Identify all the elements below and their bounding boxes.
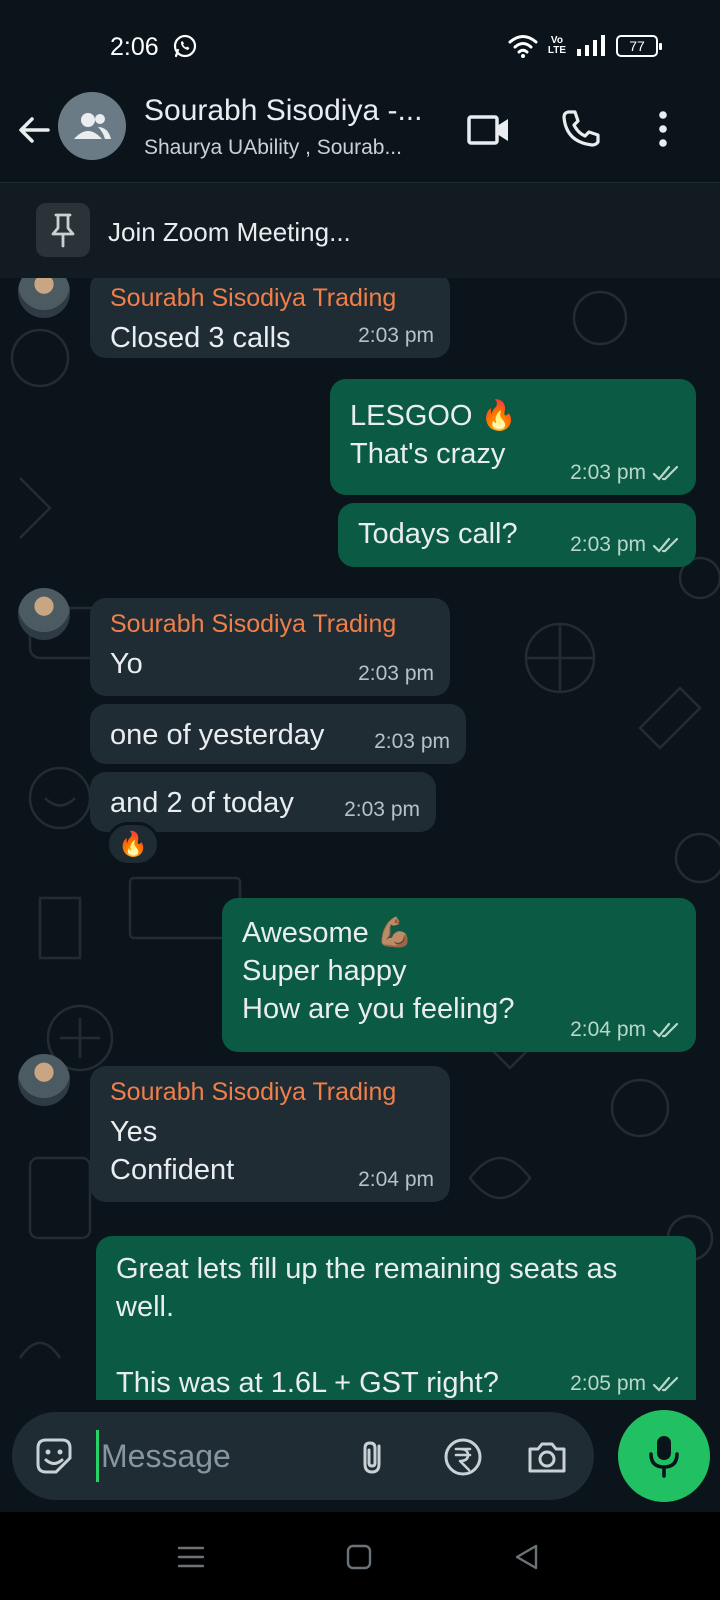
group-avatar[interactable] xyxy=(58,92,126,160)
sender-name[interactable]: Sourabh Sisodiya Trading xyxy=(110,1078,430,1107)
recents-menu-icon[interactable] xyxy=(176,1542,206,1572)
read-receipt-icon xyxy=(652,465,679,481)
battery-indicator: 77 xyxy=(616,35,662,57)
back-triangle-icon[interactable] xyxy=(512,1542,542,1572)
status-indicators: Vo LTE 77 xyxy=(508,34,662,58)
chat-messages-area[interactable]: Sourabh Sisodiya Trading Closed 3 calls … xyxy=(0,278,720,1400)
message-input[interactable] xyxy=(96,1430,346,1482)
message-text: Awesome 💪🏽 Super happy How are you feeli… xyxy=(242,917,515,1025)
incoming-message[interactable]: one of yesterday 2:03 pm xyxy=(90,704,466,764)
home-icon[interactable] xyxy=(344,1542,374,1572)
payment-rupee-icon[interactable] xyxy=(442,1436,484,1478)
chat-header: Sourabh Sisodiya -... Shaurya UAbility ,… xyxy=(0,92,720,182)
volte-indicator: Vo LTE xyxy=(548,36,566,56)
attach-icon[interactable] xyxy=(352,1436,394,1478)
message-time: 2:03 pm xyxy=(344,798,420,821)
message-time: 2:03 pm xyxy=(358,662,434,685)
pinned-message-text: Join Zoom Meeting... xyxy=(108,217,351,247)
message-time: 2:04 pm xyxy=(358,1168,434,1191)
sticker-emoji-icon[interactable] xyxy=(32,1434,76,1478)
pinned-message-bar[interactable]: Join Zoom Meeting... xyxy=(0,182,720,278)
wifi-icon xyxy=(508,35,538,58)
message-meta: 2:03 pm xyxy=(570,461,680,485)
read-receipt-icon xyxy=(652,1376,679,1392)
whatsapp-icon xyxy=(173,34,197,58)
voice-message-button[interactable] xyxy=(618,1410,710,1502)
message-reaction[interactable]: 🔥 xyxy=(106,822,160,866)
message-composer xyxy=(0,1400,720,1512)
sender-avatar[interactable] xyxy=(18,588,70,640)
incoming-message[interactable]: Sourabh Sisodiya Trading Yes Confident 2… xyxy=(90,1066,450,1202)
sender-name[interactable]: Sourabh Sisodiya Trading xyxy=(110,284,430,313)
group-icon xyxy=(74,113,111,139)
chat-title[interactable]: Sourabh Sisodiya -... xyxy=(144,94,422,128)
message-time: 2:04 pm xyxy=(570,1018,646,1041)
video-call-icon[interactable] xyxy=(466,106,512,152)
read-receipt-icon xyxy=(652,537,679,553)
message-time: 2:03 pm xyxy=(358,324,434,347)
read-receipt-icon xyxy=(652,1022,679,1038)
outgoing-message[interactable]: LESGOO 🔥 That's crazy 2:03 pm xyxy=(330,379,696,495)
message-time: 2:03 pm xyxy=(570,461,646,484)
system-navigation-bar xyxy=(0,1512,720,1600)
signal-icon xyxy=(577,35,605,56)
outgoing-message[interactable]: Great lets fill up the remaining seats a… xyxy=(96,1236,696,1400)
message-time: 2:05 pm xyxy=(570,1372,646,1395)
sender-name[interactable]: Sourabh Sisodiya Trading xyxy=(110,610,430,639)
camera-icon[interactable] xyxy=(526,1436,568,1478)
outgoing-message[interactable]: Todays call? 2:03 pm xyxy=(338,503,696,567)
message-meta: 2:03 pm xyxy=(570,533,680,557)
incoming-message[interactable]: Sourabh Sisodiya Trading Closed 3 calls … xyxy=(90,278,450,358)
message-meta: 2:04 pm xyxy=(570,1018,680,1042)
chat-participants[interactable]: Shaurya UAbility , Sourab... xyxy=(144,136,402,160)
pin-icon xyxy=(51,213,75,248)
more-options-icon[interactable] xyxy=(640,106,686,152)
sender-avatar[interactable] xyxy=(18,1054,70,1106)
status-bar: 2:06 Vo LTE 77 xyxy=(0,0,720,92)
microphone-icon xyxy=(649,1436,679,1478)
pin-icon-box xyxy=(36,203,90,257)
message-time: 2:03 pm xyxy=(570,533,646,556)
message-time: 2:03 pm xyxy=(374,730,450,753)
back-arrow-icon[interactable] xyxy=(14,110,54,150)
voice-call-icon[interactable] xyxy=(558,106,604,152)
message-meta: 2:05 pm xyxy=(570,1372,680,1396)
outgoing-message[interactable]: Awesome 💪🏽 Super happy How are you feeli… xyxy=(222,898,696,1052)
volte-bottom: LTE xyxy=(547,45,566,56)
message-input-pill[interactable] xyxy=(12,1412,594,1500)
status-time: 2:06 xyxy=(110,33,159,61)
incoming-message[interactable]: Sourabh Sisodiya Trading Yo 2:03 pm xyxy=(90,598,450,696)
